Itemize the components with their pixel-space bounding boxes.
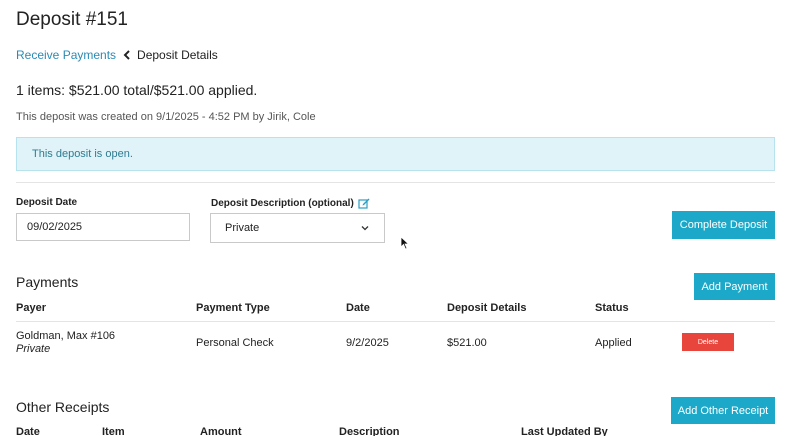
payer-note: Private	[16, 343, 50, 355]
chevron-down-icon	[361, 226, 369, 231]
deposit-description-label: Deposit Description (optional)	[211, 197, 354, 209]
deposit-summary: 1 items: $521.00 total/$521.00 applied.	[16, 82, 258, 98]
deposit-description-label-wrap: Deposit Description (optional)	[211, 197, 370, 209]
breadcrumb-receive-payments-link[interactable]: Receive Payments	[16, 48, 116, 62]
payment-date: 9/2/2025	[346, 337, 389, 349]
deposit-created-info: This deposit was created on 9/1/2025 - 4…	[16, 111, 316, 123]
column-header-date: Date	[16, 426, 40, 436]
payment-status: Applied	[595, 337, 632, 349]
deposit-description-value: Private	[225, 222, 260, 234]
column-header-date: Date	[346, 302, 370, 314]
deposit-date-label: Deposit Date	[16, 197, 78, 208]
column-header-item: Item	[102, 426, 125, 436]
other-receipts-section-title: Other Receipts	[16, 399, 110, 415]
column-header-payment-type: Payment Type	[196, 302, 270, 314]
column-header-description: Description	[339, 426, 400, 436]
complete-deposit-button[interactable]: Complete Deposit	[672, 211, 775, 239]
delete-payment-button[interactable]: Delete	[682, 333, 734, 351]
page-title: Deposit #151	[16, 9, 128, 30]
add-payment-button[interactable]: Add Payment	[694, 273, 775, 300]
chevron-left-icon	[123, 50, 130, 60]
column-header-last-updated-by: Last Updated By	[521, 426, 608, 436]
deposit-description-select[interactable]: Private	[210, 213, 385, 243]
column-header-payer: Payer	[16, 302, 46, 314]
breadcrumb: Receive Payments Deposit Details	[16, 48, 218, 62]
deposit-status-alert: This deposit is open.	[16, 137, 775, 171]
payments-section-title: Payments	[16, 274, 79, 290]
column-header-amount: Amount	[200, 426, 242, 436]
divider	[16, 182, 775, 183]
payer-note-text: Private	[16, 343, 51, 355]
payment-amount: $521.00	[447, 337, 487, 349]
edit-icon[interactable]	[358, 197, 370, 209]
column-header-status: Status	[595, 302, 629, 314]
add-other-receipt-button[interactable]: Add Other Receipt	[671, 397, 775, 424]
payment-type: Personal Check	[196, 337, 274, 349]
mouse-cursor-icon	[400, 236, 410, 250]
column-header-deposit-details: Deposit Details	[447, 302, 527, 314]
payer-name: Goldman, Max #106	[16, 330, 116, 342]
table-header-divider	[16, 321, 775, 322]
deposit-date-input[interactable]	[16, 213, 190, 241]
breadcrumb-current: Deposit Details	[137, 48, 218, 62]
